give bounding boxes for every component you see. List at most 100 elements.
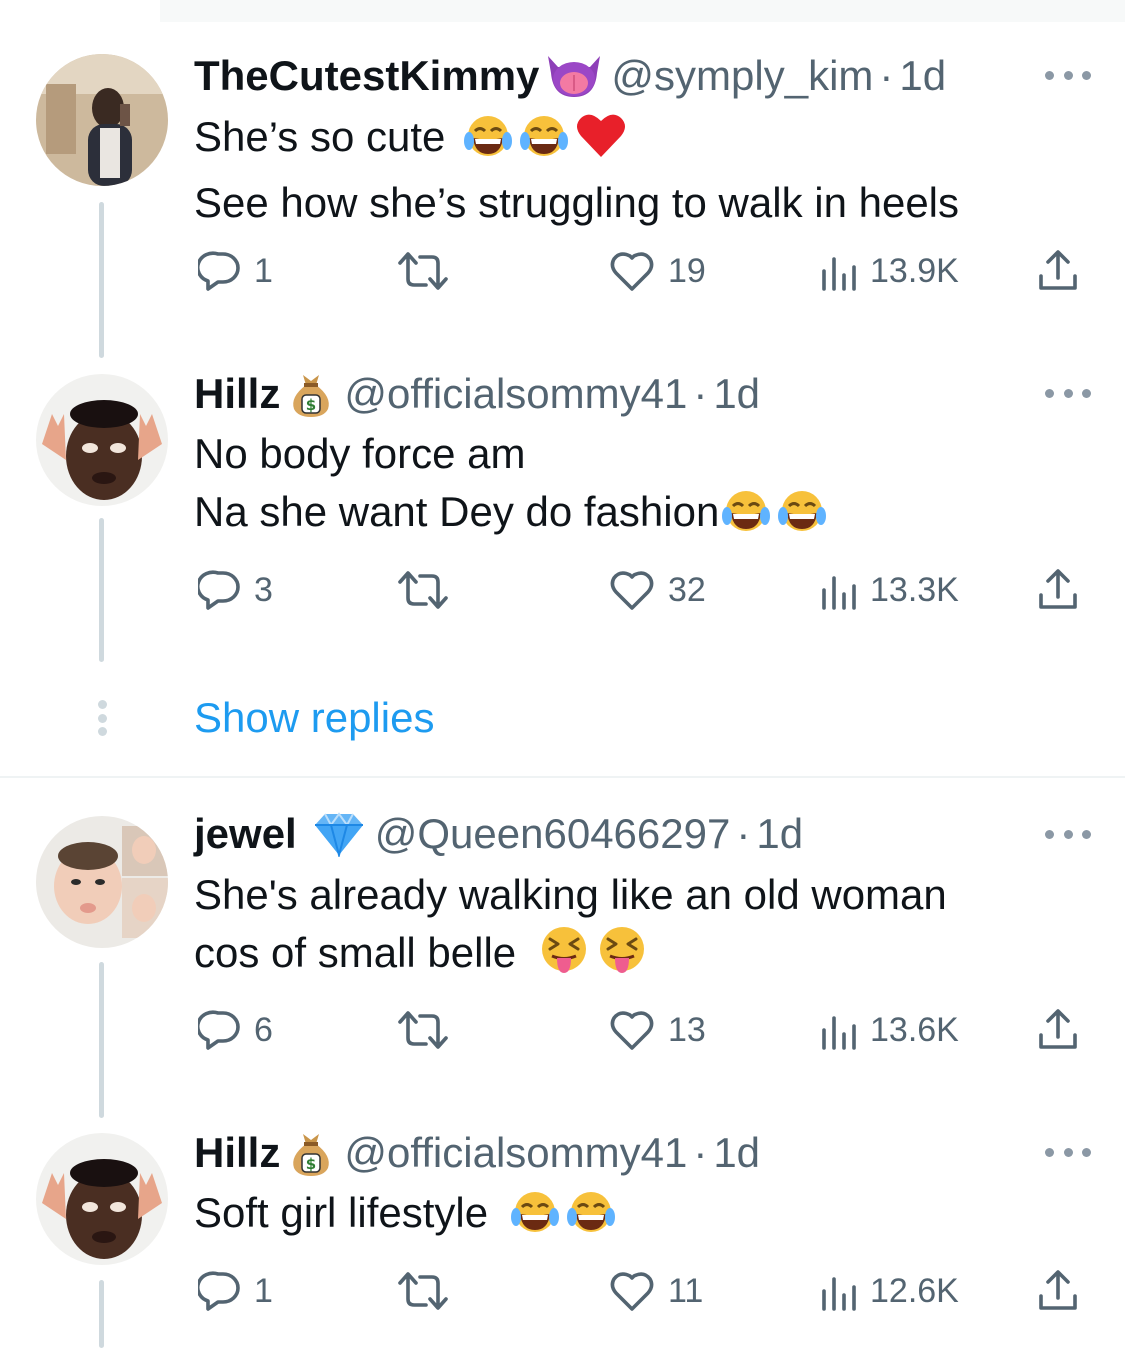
action-bar: 1 11 12.6K	[194, 1266, 1094, 1316]
top-background-strip	[160, 0, 1125, 22]
more-options-icon[interactable]	[1045, 1145, 1091, 1159]
laughing-emoji-icon	[519, 113, 569, 174]
like-button[interactable]: 13	[608, 1005, 706, 1055]
tweet-header: TheCutestKimmy @symply_kim · 1d	[194, 50, 946, 102]
view-count: 13.6K	[870, 1010, 959, 1049]
user-handle[interactable]: @officialsommy41	[344, 370, 687, 418]
tweet-text: She’s so cute See how she’s struggling t…	[194, 108, 959, 232]
like-button[interactable]: 19	[608, 246, 706, 296]
reply-button[interactable]: 1	[198, 1266, 273, 1316]
timestamp[interactable]: 1d	[756, 810, 803, 858]
retweet-button[interactable]	[394, 1005, 452, 1055]
separator-dot: ·	[879, 52, 894, 99]
avatar[interactable]	[36, 54, 168, 186]
retweet-icon	[398, 571, 448, 609]
user-handle[interactable]: @symply_kim	[611, 52, 873, 100]
share-icon	[1039, 569, 1077, 609]
like-button[interactable]: 11	[608, 1266, 703, 1316]
like-button[interactable]: 32	[608, 565, 706, 615]
timestamp[interactable]: 1d	[713, 370, 760, 418]
tongue-face-emoji-icon	[545, 53, 603, 99]
view-count: 13.3K	[870, 570, 959, 609]
thread-line	[99, 1280, 104, 1348]
laughing-emoji-icon	[510, 1189, 560, 1250]
avatar[interactable]	[36, 816, 168, 948]
reply-count: 3	[254, 570, 273, 609]
timestamp[interactable]: 1d	[713, 1129, 760, 1177]
display-name[interactable]: TheCutestKimmy	[194, 52, 539, 100]
views-button[interactable]: 13.9K	[818, 246, 959, 296]
reply-icon	[198, 251, 240, 291]
money-bag-emoji-icon: $	[286, 1128, 336, 1178]
squinting-tongue-emoji-icon	[596, 925, 648, 990]
display-name[interactable]: jewel	[194, 810, 297, 858]
display-name[interactable]: Hillz	[194, 370, 280, 418]
tweet-line: Na she want Dey do fashion	[194, 488, 720, 535]
like-count: 19	[668, 251, 706, 290]
tweet-line: No body force am	[194, 430, 526, 477]
reply-count: 6	[254, 1010, 273, 1049]
thread-line	[99, 518, 104, 662]
more-options-icon[interactable]	[1045, 827, 1091, 841]
retweet-button[interactable]	[394, 246, 452, 296]
retweet-button[interactable]	[394, 1266, 452, 1316]
reply-icon	[198, 1271, 240, 1311]
reply-count: 1	[254, 1271, 273, 1310]
action-bar: 1 19 13.9K	[194, 246, 1094, 296]
share-button[interactable]	[1036, 1266, 1080, 1316]
reply-button[interactable]: 6	[198, 1005, 273, 1055]
user-handle[interactable]: @Queen60466297	[375, 810, 731, 858]
laughing-emoji-icon	[777, 488, 827, 549]
separator-dot: ·	[693, 1129, 708, 1176]
tweet-text: No body force am Na she want Dey do fash…	[194, 425, 827, 549]
action-bar: 6 13 13.6K	[194, 1005, 1094, 1055]
analytics-icon	[822, 257, 856, 291]
tweet-line: cos of small belle	[194, 929, 517, 976]
retweet-icon	[398, 1011, 448, 1049]
retweet-button[interactable]	[394, 565, 452, 615]
view-count: 12.6K	[870, 1271, 959, 1310]
thread-line	[99, 962, 104, 1118]
reply-icon	[198, 570, 240, 610]
reply-icon	[198, 1010, 240, 1050]
more-options-icon[interactable]	[1045, 386, 1091, 400]
analytics-icon	[822, 576, 856, 610]
views-button[interactable]: 13.6K	[818, 1005, 959, 1055]
tweet-line: See how she’s struggling to walk in heel…	[194, 179, 960, 226]
red-heart-emoji-icon	[575, 111, 627, 174]
gem-emoji-icon	[311, 811, 367, 857]
share-button[interactable]	[1036, 246, 1080, 296]
avatar[interactable]	[36, 374, 168, 506]
share-button[interactable]	[1036, 565, 1080, 615]
squinting-tongue-emoji-icon	[538, 925, 590, 990]
like-count: 32	[668, 570, 706, 609]
like-count: 13	[668, 1010, 706, 1049]
avatar[interactable]	[36, 1133, 168, 1265]
more-options-icon[interactable]	[1045, 68, 1091, 82]
user-handle[interactable]: @officialsommy41	[344, 1129, 687, 1177]
reply-button[interactable]: 3	[198, 565, 273, 615]
separator-dot: ·	[736, 810, 751, 857]
reply-button[interactable]: 1	[198, 246, 273, 296]
tweet-line: She’s so cute	[194, 113, 446, 160]
share-icon	[1039, 1009, 1077, 1049]
divider	[0, 776, 1125, 778]
views-button[interactable]: 12.6K	[818, 1266, 959, 1316]
more-replies-dots-icon	[96, 700, 108, 736]
views-button[interactable]: 13.3K	[818, 565, 959, 615]
show-replies-link[interactable]: Show replies	[194, 694, 434, 742]
tweet-line: She's already walking like an old woman	[194, 871, 947, 918]
laughing-emoji-icon	[721, 488, 771, 549]
action-bar: 3 32 13.3K	[194, 565, 1094, 615]
heart-icon	[610, 571, 654, 610]
like-count: 11	[668, 1271, 704, 1310]
heart-icon	[610, 1272, 654, 1311]
timestamp[interactable]: 1d	[899, 52, 946, 100]
heart-icon	[610, 252, 654, 291]
view-count: 13.9K	[870, 251, 959, 290]
share-button[interactable]	[1036, 1005, 1080, 1055]
analytics-icon	[822, 1277, 856, 1311]
money-bag-emoji-icon: $	[286, 369, 336, 419]
reply-count: 1	[254, 251, 273, 290]
display-name[interactable]: Hillz	[194, 1129, 280, 1177]
